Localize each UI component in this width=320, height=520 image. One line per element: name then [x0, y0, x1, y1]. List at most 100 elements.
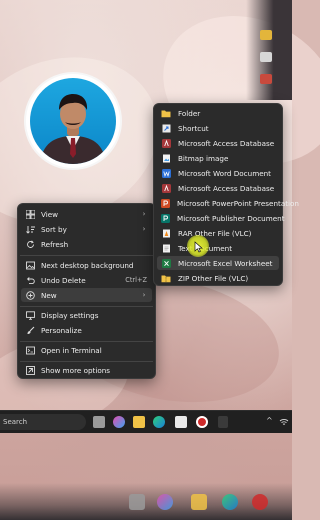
access-icon — [161, 138, 171, 148]
context-item-label: Refresh — [41, 239, 69, 249]
context-item-label: Personalize — [41, 325, 82, 335]
context-item-label: New — [41, 290, 57, 300]
monitor-icon — [25, 310, 35, 320]
context-item-label: Next desktop background — [41, 260, 134, 270]
new-item-bitmap-image[interactable]: Bitmap image — [157, 151, 279, 165]
blurred-taskbar-strip — [0, 483, 292, 520]
new-item-zip-file[interactable]: ZIP Other File (VLC) — [157, 271, 279, 285]
taskbar: Search ^ — [0, 410, 292, 433]
new-item-label: Microsoft Access Database — [178, 183, 275, 193]
shortcut-hint: Ctrl+Z — [125, 276, 147, 284]
wifi-icon[interactable] — [279, 417, 289, 427]
desktop-context-menu: View › Sort by › Refresh Next desktop ba… — [17, 203, 156, 379]
context-item-new[interactable]: New › — [21, 288, 152, 302]
context-item-refresh[interactable]: Refresh — [21, 237, 152, 251]
mouse-pointer-icon — [194, 241, 203, 253]
chevron-right-icon: › — [142, 210, 146, 218]
vlc-icon — [161, 228, 171, 238]
new-item-label: Microsoft Publisher Document — [177, 213, 285, 223]
pinned-app-icon[interactable] — [218, 416, 228, 428]
menu-separator — [20, 341, 153, 342]
new-item-label: Folder — [178, 108, 201, 118]
new-item-access-database[interactable]: Microsoft Access Database — [157, 136, 279, 150]
task-view-icon[interactable] — [93, 416, 105, 428]
new-item-label: Bitmap image — [178, 153, 229, 163]
bitmap-icon — [161, 153, 171, 163]
context-item-label: Open in Terminal — [41, 345, 102, 355]
context-item-show-more-options[interactable]: Show more options — [21, 363, 152, 377]
blurred-folder-icon — [191, 494, 207, 510]
tray-chevron-icon[interactable]: ^ — [266, 416, 273, 425]
new-item-label: Shortcut — [178, 123, 209, 133]
blurred-copilot-icon — [157, 494, 173, 510]
new-item-excel-worksheet[interactable]: Microsoft Excel Worksheet — [157, 256, 279, 270]
new-item-label: Microsoft Excel Worksheet — [178, 258, 273, 268]
app-icon — [260, 74, 272, 84]
new-item-text-document[interactable]: Text Document — [157, 241, 279, 255]
context-item-label: Display settings — [41, 310, 99, 320]
zip-icon — [161, 273, 171, 283]
undo-icon — [25, 275, 35, 285]
new-item-label: ZIP Other File (VLC) — [178, 273, 249, 283]
brush-icon — [25, 325, 35, 335]
context-item-display-settings[interactable]: Display settings — [21, 308, 152, 322]
new-item-folder[interactable]: Folder — [157, 106, 279, 120]
blurred-edge-icon — [222, 494, 238, 510]
new-item-rar-file[interactable]: RAR Other File (VLC) — [157, 226, 279, 240]
new-item-shortcut[interactable]: Shortcut — [157, 121, 279, 135]
window-edge — [246, 0, 292, 100]
text-doc-icon — [161, 243, 171, 253]
context-item-next-background[interactable]: Next desktop background — [21, 258, 152, 272]
context-item-view[interactable]: View › — [21, 207, 152, 221]
context-item-label: Show more options — [41, 365, 111, 375]
context-item-sort-by[interactable]: Sort by › — [21, 222, 152, 236]
person-silhouette-icon — [40, 94, 106, 164]
blurred-app-icon — [129, 494, 145, 510]
menu-separator — [20, 306, 153, 307]
record-app-icon[interactable] — [196, 416, 208, 428]
folder-icon — [161, 108, 171, 118]
store-icon[interactable] — [175, 416, 187, 428]
chevron-right-icon: › — [142, 225, 146, 233]
avatar — [26, 74, 120, 168]
new-item-word-document[interactable]: Microsoft Word Document — [157, 166, 279, 180]
new-item-access-database-2[interactable]: Microsoft Access Database — [157, 181, 279, 195]
new-item-powerpoint-presentation[interactable]: Microsoft PowerPoint Presentation — [157, 196, 299, 210]
search-label: Search — [3, 418, 28, 426]
new-item-label: Microsoft PowerPoint Presentation — [177, 198, 299, 208]
new-submenu: Folder Shortcut Microsoft Access Databas… — [153, 103, 299, 286]
edge-browser-icon[interactable] — [153, 416, 165, 428]
excel-icon — [161, 258, 171, 268]
new-item-label: Microsoft Word Document — [178, 168, 271, 178]
terminal-icon — [25, 345, 35, 355]
publisher-icon — [161, 213, 170, 223]
plus-circle-icon — [25, 290, 35, 300]
context-item-personalize[interactable]: Personalize — [21, 323, 152, 337]
context-item-open-terminal[interactable]: Open in Terminal — [21, 343, 152, 357]
file-explorer-icon[interactable] — [133, 416, 145, 428]
menu-separator — [20, 361, 153, 362]
context-item-label: Undo Delete — [41, 275, 86, 285]
new-item-label: Microsoft Access Database — [178, 138, 275, 148]
file-icon — [260, 52, 272, 62]
sort-icon — [25, 224, 35, 234]
word-icon — [161, 168, 171, 178]
chevron-right-icon: › — [142, 291, 146, 299]
context-item-label: View — [41, 209, 59, 219]
access-icon — [161, 183, 171, 193]
refresh-icon — [25, 239, 35, 249]
profile-photo — [30, 78, 116, 164]
taskbar-search-box[interactable]: Search — [0, 414, 86, 430]
shortcut-icon — [161, 123, 171, 133]
picture-icon — [25, 260, 35, 270]
powerpoint-icon — [161, 198, 170, 208]
menu-separator — [20, 255, 153, 256]
folder-icon — [260, 30, 272, 40]
blurred-record-icon — [252, 494, 268, 510]
expand-icon — [25, 365, 35, 375]
new-item-publisher-document[interactable]: Microsoft Publisher Document — [157, 211, 285, 225]
copilot-icon[interactable] — [113, 416, 125, 428]
context-item-undo-delete[interactable]: Undo Delete Ctrl+Z — [21, 273, 152, 287]
grid-icon — [25, 209, 35, 219]
context-item-label: Sort by — [41, 224, 67, 234]
